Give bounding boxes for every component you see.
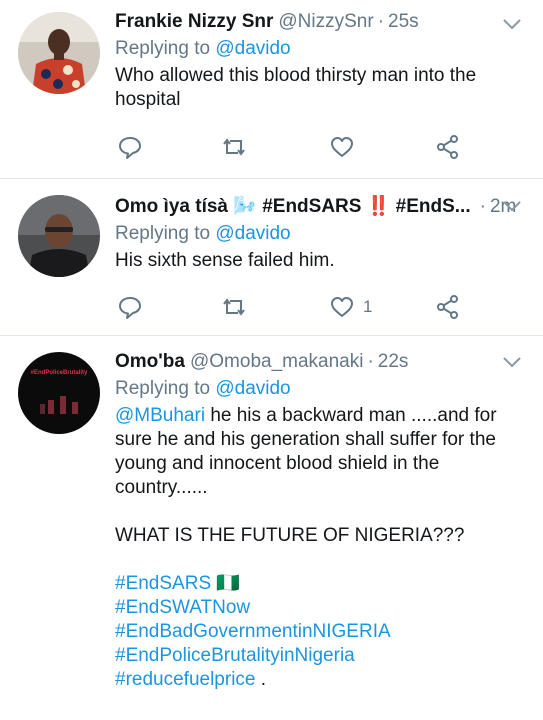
tweet-content: Frankie Nizzy Snr @NizzySnr · 25s Replyi… <box>115 10 529 112</box>
share-button[interactable] <box>435 293 461 321</box>
tweet-content: Omo'ba @Omoba_makanaki · 22s Replying to… <box>115 350 529 692</box>
hashtag-link[interactable]: #reducefuelprice <box>115 669 255 690</box>
avatar-photo <box>18 352 100 434</box>
replying-to: Replying to @davido <box>115 37 529 61</box>
avatar[interactable]: #EndPoliceBrutality <box>18 352 100 434</box>
separator-dot: · <box>479 196 486 217</box>
like-button[interactable] <box>329 133 363 161</box>
retweet-icon <box>223 298 245 316</box>
hashtag-line: #reducefuelprice . <box>115 669 267 690</box>
tweet[interactable]: Omo ìya tísà 🌬️ #EndSARS ‼️ #EndS... · 2… <box>0 179 543 336</box>
reply-button[interactable] <box>117 133 143 161</box>
reply-button[interactable] <box>117 293 143 321</box>
avatar-caption: #EndPoliceBrutality <box>30 370 88 376</box>
hashtag-link[interactable]: #EndSARS <box>115 573 211 594</box>
retweet-button[interactable] <box>221 293 247 321</box>
tweet[interactable]: Frankie Nizzy Snr @NizzySnr · 25s Replyi… <box>0 0 543 179</box>
hashtag-link[interactable]: #EndPoliceBrutalityinNigeria <box>115 644 529 668</box>
avatar-photo <box>18 195 100 277</box>
display-name[interactable]: Omo'ba <box>115 350 185 374</box>
hashtag-line: #EndSARS 🇳🇬 <box>115 572 529 596</box>
replying-to: Replying to @davido <box>115 377 529 401</box>
heart-icon <box>331 297 353 317</box>
like-count: 1 <box>363 297 373 316</box>
display-name[interactable]: Omo ìya tísà 🌬️ #EndSARS ‼️ #EndS... <box>115 195 471 219</box>
display-name[interactable]: Frankie Nizzy Snr <box>115 10 273 34</box>
separator-dot: · <box>367 351 374 372</box>
replying-prefix: Replying to <box>115 223 211 244</box>
avatar-photo <box>18 12 100 94</box>
retweet-icon <box>223 138 245 156</box>
tweet-text-line: country...... <box>115 477 208 498</box>
tweet[interactable]: #EndPoliceBrutality Omo'ba @Omoba_makana… <box>0 336 543 720</box>
replying-to-mention[interactable]: @davido <box>215 378 290 399</box>
replying-to: Replying to @davido <box>115 222 529 246</box>
replying-prefix: Replying to <box>115 38 211 59</box>
tweet-text-line: His sixth sense failed him. <box>115 250 335 271</box>
share-icon <box>437 295 458 319</box>
tweet-header: Omo ìya tísà 🌬️ #EndSARS ‼️ #EndS... · 2… <box>115 195 529 219</box>
timestamp[interactable]: 22s <box>378 350 409 374</box>
replying-to-mention[interactable]: @davido <box>215 223 290 244</box>
tweet-text: Who allowed this blood thirsty man into … <box>115 64 529 112</box>
avatar[interactable] <box>18 195 100 277</box>
tweet-text-line: hospital <box>115 89 181 110</box>
chevron-down-icon[interactable] <box>501 17 523 31</box>
user-handle[interactable]: @NizzySnr <box>278 10 373 34</box>
tweet-actions <box>115 133 465 163</box>
reply-icon <box>119 137 141 159</box>
retweet-button[interactable] <box>221 133 247 161</box>
flag-emoji: 🇳🇬 <box>211 573 241 594</box>
tweet-content: Omo ìya tísà 🌬️ #EndSARS ‼️ #EndS... · 2… <box>115 195 529 273</box>
hashtag-link[interactable]: #EndSWATNow <box>115 596 529 620</box>
mention-link[interactable]: @MBuhari <box>115 405 205 426</box>
tweet-header: Omo'ba @Omoba_makanaki · 22s <box>115 350 529 374</box>
heart-icon <box>331 137 353 157</box>
tweet-text-line: young and innocent blood shield in the <box>115 453 440 474</box>
tweet-text-blank <box>115 500 529 524</box>
tweet-text-line: Who allowed this blood thirsty man into … <box>115 65 477 86</box>
like-button[interactable]: 1 <box>329 293 372 321</box>
replying-to-mention[interactable]: @davido <box>215 38 290 59</box>
separator-dot: · <box>377 11 385 32</box>
chevron-down-icon[interactable] <box>501 355 523 369</box>
share-button[interactable] <box>435 133 461 161</box>
tweet-text: His sixth sense failed him. <box>115 249 529 273</box>
timestamp[interactable]: 25s <box>388 10 419 34</box>
tweet-actions: 1 <box>115 293 465 323</box>
avatar[interactable] <box>18 12 100 94</box>
tweet-text-line: sure he and his generation shall suffer … <box>115 429 496 450</box>
hashtag-link[interactable]: #EndBadGovernmentinNIGERIA <box>115 620 529 644</box>
replying-prefix: Replying to <box>115 378 211 399</box>
tweet-header: Frankie Nizzy Snr @NizzySnr · 25s <box>115 10 529 34</box>
share-icon <box>437 135 458 159</box>
chevron-down-icon[interactable] <box>501 199 523 213</box>
user-handle[interactable]: @Omoba_makanaki <box>190 350 363 374</box>
tweet-text-blank <box>115 548 529 572</box>
tweet-text: @MBuhari he his a backward man .....and … <box>115 404 529 692</box>
tweet-text-line: @MBuhari he his a backward man .....and … <box>115 405 497 426</box>
tweet-text-line: WHAT IS THE FUTURE OF NIGERIA??? <box>115 525 465 546</box>
reply-icon <box>119 297 141 319</box>
